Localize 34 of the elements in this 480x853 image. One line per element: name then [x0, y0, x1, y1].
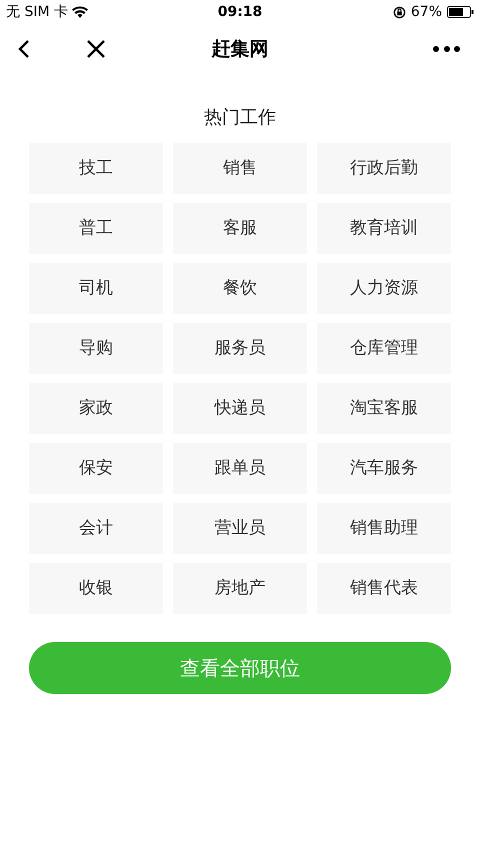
job-item[interactable]: 客服: [173, 203, 307, 254]
battery-text: 67%: [410, 2, 442, 22]
job-item[interactable]: 淘宝客服: [317, 383, 451, 434]
more-button[interactable]: [433, 45, 460, 53]
job-item[interactable]: 会计: [29, 503, 163, 554]
job-item[interactable]: 销售助理: [317, 503, 451, 554]
job-item[interactable]: 房地产: [173, 563, 307, 614]
job-item[interactable]: 教育培训: [317, 203, 451, 254]
job-item[interactable]: 人力资源: [317, 263, 451, 314]
job-item[interactable]: 行政后勤: [317, 143, 451, 194]
battery-icon: [447, 6, 474, 18]
page-title: 赶集网: [212, 36, 268, 62]
job-item[interactable]: 汽车服务: [317, 443, 451, 494]
job-item[interactable]: 餐饮: [173, 263, 307, 314]
job-item[interactable]: 家政: [29, 383, 163, 434]
carrier-text: 无 SIM 卡: [6, 2, 68, 22]
job-item[interactable]: 销售: [173, 143, 307, 194]
close-button[interactable]: [86, 39, 106, 59]
job-item[interactable]: 技工: [29, 143, 163, 194]
rotation-lock-icon: [392, 6, 406, 18]
clock-text: 09:18: [218, 2, 262, 22]
job-item[interactable]: 保安: [29, 443, 163, 494]
job-item[interactable]: 仓库管理: [317, 323, 451, 374]
job-item[interactable]: 导购: [29, 323, 163, 374]
section-title: 热门工作: [204, 106, 276, 130]
job-item[interactable]: 跟单员: [173, 443, 307, 494]
job-item[interactable]: 销售代表: [317, 563, 451, 614]
job-item[interactable]: 快递员: [173, 383, 307, 434]
job-item[interactable]: 收银: [29, 563, 163, 614]
job-item[interactable]: 司机: [29, 263, 163, 314]
job-item[interactable]: 营业员: [173, 503, 307, 554]
wifi-icon: [72, 6, 88, 18]
job-item[interactable]: 普工: [29, 203, 163, 254]
job-item[interactable]: 服务员: [173, 323, 307, 374]
